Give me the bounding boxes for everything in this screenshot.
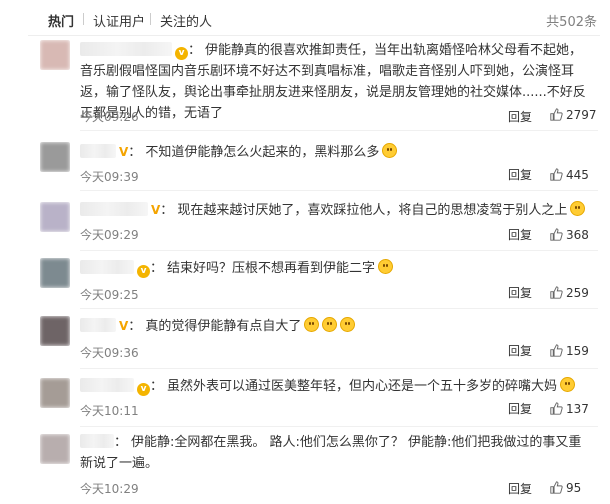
comment-body: V： 真的觉得伊能静有点自大了 xyxy=(80,316,590,337)
comment-text: 不知道伊能静怎么火起来的，黑料那么多 xyxy=(145,145,380,160)
comment-text: 结束好吗？压根不想再看到伊能二字 xyxy=(167,261,376,276)
like-count: 259 xyxy=(566,286,589,300)
thumbs-up-icon xyxy=(550,402,563,415)
comment-body: v：结束好吗？压根不想再看到伊能二字 xyxy=(80,258,590,279)
reply-button[interactable]: 回复 xyxy=(508,166,532,183)
verified-v-icon: V xyxy=(119,319,129,333)
reply-button[interactable]: 回复 xyxy=(508,226,532,243)
avatar[interactable] xyxy=(40,258,70,288)
like-button[interactable]: 95 xyxy=(550,481,581,495)
comment-time: 今天09:25 xyxy=(80,288,139,302)
emoji-icon xyxy=(560,377,576,392)
like-button[interactable]: 159 xyxy=(550,344,589,358)
divider xyxy=(28,35,600,36)
thumbs-up-icon xyxy=(550,286,563,299)
comment-filter-tabs: 热门 认证用户 关注的人 共502条 xyxy=(0,0,610,36)
like-button[interactable]: 137 xyxy=(550,402,589,416)
tab-separator xyxy=(150,13,151,25)
member-badge-icon: v xyxy=(137,265,150,278)
thumbs-up-icon xyxy=(550,481,563,494)
divider xyxy=(80,308,598,309)
comment-body: v：虽然外表可以通过医美整年轻，但内心还是一个五十多岁的碎嘴大妈 xyxy=(80,376,590,397)
verified-v-icon: V xyxy=(151,203,161,217)
username-redacted[interactable] xyxy=(80,202,148,216)
emoji-icon xyxy=(322,317,338,332)
tab-separator xyxy=(83,13,84,25)
avatar[interactable] xyxy=(40,316,70,346)
comment-text: 伊能静:全网都在黑我。 路人:他们怎么黑你了？ 伊能静:他们把我做过的事又重新说… xyxy=(80,435,582,471)
reply-button[interactable]: 回复 xyxy=(508,108,532,125)
comment-time: 今天09:39 xyxy=(80,170,139,184)
comment-time: 今天10:11 xyxy=(80,404,139,418)
like-count: 95 xyxy=(566,481,582,495)
verified-v-icon: V xyxy=(119,145,129,159)
avatar[interactable] xyxy=(40,378,70,408)
like-count: 159 xyxy=(566,344,589,358)
thumbs-up-icon xyxy=(550,344,563,357)
divider xyxy=(80,190,598,191)
divider xyxy=(80,426,598,427)
username-redacted[interactable] xyxy=(80,318,116,332)
like-button[interactable]: 368 xyxy=(550,228,589,242)
tab-hot[interactable]: 热门 xyxy=(48,11,74,30)
tab-verified-users[interactable]: 认证用户 xyxy=(93,11,145,30)
emoji-icon xyxy=(382,143,398,158)
like-count: 137 xyxy=(566,402,589,416)
divider xyxy=(80,130,598,131)
like-button[interactable]: 259 xyxy=(550,286,589,300)
username-redacted[interactable] xyxy=(80,260,134,274)
like-button[interactable]: 445 xyxy=(550,168,589,182)
reply-button[interactable]: 回复 xyxy=(508,284,532,301)
avatar[interactable] xyxy=(40,202,70,232)
avatar[interactable] xyxy=(40,142,70,172)
emoji-icon xyxy=(378,259,394,274)
comment-text: 虽然外表可以通过医美整年轻，但内心还是一个五十多岁的碎嘴大妈 xyxy=(167,379,558,394)
like-count: 445 xyxy=(566,168,589,182)
comment-body: V： 现在越来越讨厌她了，喜欢踩拉他人，将自己的思想凌驾于别人之上 xyxy=(80,200,590,221)
username-redacted[interactable] xyxy=(80,378,134,392)
member-badge-icon: v xyxy=(137,383,150,396)
comment-text: 真的觉得伊能静有点自大了 xyxy=(145,319,302,334)
avatar[interactable] xyxy=(40,434,70,464)
tab-following[interactable]: 关注的人 xyxy=(160,11,212,30)
avatar[interactable] xyxy=(40,40,70,70)
comment-body: ：伊能静:全网都在黑我。 路人:他们怎么黑你了？ 伊能静:他们把我做过的事又重新… xyxy=(80,434,582,471)
reply-button[interactable]: 回复 xyxy=(508,400,532,417)
comment-time: 今天09:36 xyxy=(80,346,139,360)
divider xyxy=(80,250,598,251)
comment-time: 今天09:26 xyxy=(80,110,139,124)
reply-button[interactable]: 回复 xyxy=(508,342,532,359)
thumbs-up-icon xyxy=(550,168,563,181)
comment-body: V： 不知道伊能静怎么火起来的，黑料那么多 xyxy=(80,142,590,163)
username-redacted[interactable] xyxy=(80,434,114,448)
emoji-icon xyxy=(340,317,356,332)
comment-time: 今天10:29 xyxy=(80,482,139,496)
comment-text: 现在越来越讨厌她了，喜欢踩拉他人，将自己的思想凌驾于别人之上 xyxy=(177,203,568,218)
username-redacted[interactable] xyxy=(80,144,116,158)
thumbs-up-icon xyxy=(550,228,563,241)
divider xyxy=(80,368,598,369)
username-redacted[interactable] xyxy=(80,42,172,56)
thumbs-up-icon xyxy=(550,108,563,121)
like-count: 368 xyxy=(566,228,589,242)
emoji-icon xyxy=(304,317,320,332)
reply-button[interactable]: 回复 xyxy=(508,480,532,497)
like-button[interactable]: 2797 xyxy=(550,108,597,122)
member-badge-icon: v xyxy=(175,47,188,60)
emoji-icon xyxy=(570,201,586,216)
comment-count: 共502条 xyxy=(546,15,597,30)
like-count: 2797 xyxy=(566,108,597,122)
comment-time: 今天09:29 xyxy=(80,228,139,242)
